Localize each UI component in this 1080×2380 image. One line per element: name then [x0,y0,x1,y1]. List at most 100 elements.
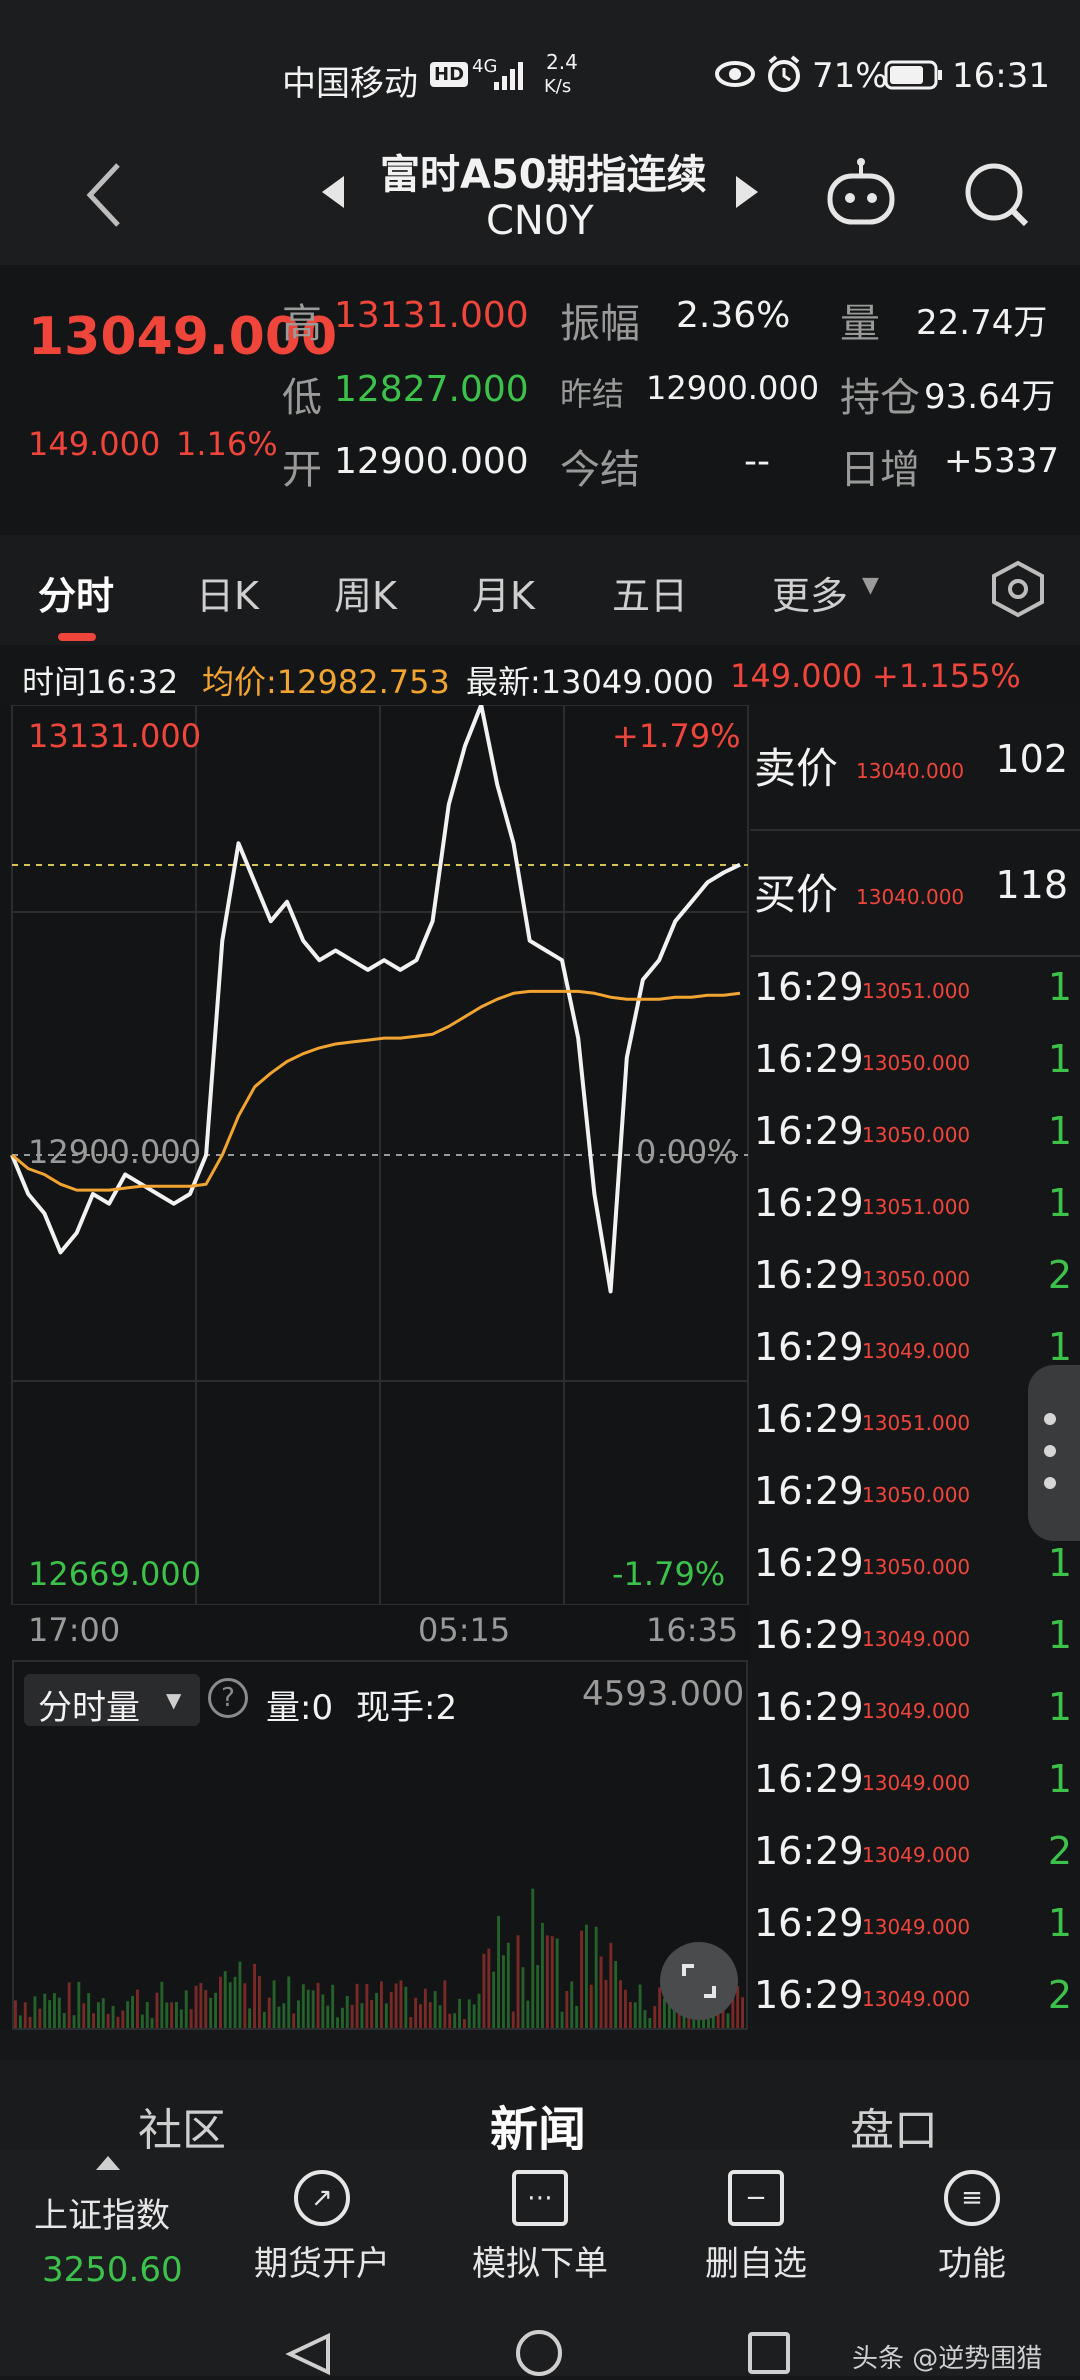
volume-selector[interactable]: 分时量 ▼ [24,1674,200,1728]
tick-row: 16:2913051.000 1 [750,957,1080,1029]
handle-dot [1044,1413,1056,1425]
daily-increase-label: 日增 [840,447,920,493]
x-label-mid: 05:15 [418,1611,511,1649]
nav-sim-order[interactable]: ⋯ 模拟下单 [440,2170,640,2285]
tick-row: 16:29 13050.000 2 [750,1245,1080,1317]
tick-volume: 2 [1047,1253,1072,1297]
nav-label: 期货开户 [254,2244,390,2284]
volume-bar [106,2013,110,2028]
fullscreen-button[interactable] [660,1942,738,2020]
tick-volume: 2 [1047,1973,1072,2017]
system-back-icon[interactable] [284,2332,334,2380]
volume-bar [599,1956,603,2028]
volume-bar [253,1963,256,2028]
tab-weekly-k[interactable]: 周K [334,565,397,620]
volume-bar [404,1986,408,2028]
volume-bar [150,2018,154,2028]
tick-price: 13050.000 [862,1123,971,1147]
volume-bar [438,2005,442,2028]
volume-bar [38,2008,42,2028]
prev-contract-icon[interactable] [318,172,348,216]
volume-bar [121,2010,125,2028]
tab-monthly-k[interactable]: 月K [472,565,535,620]
volume-now-hand: 现手:2 [356,1688,458,1728]
expand-up-icon[interactable] [96,2156,120,2170]
volume-bar [526,2000,530,2028]
tab-community[interactable]: 社区 [138,2094,226,2158]
volume-bar [443,1980,447,2028]
volume-bar [384,2003,388,2028]
dropdown-icon: ▼ [166,1688,182,1712]
settle-value: -- [744,441,770,482]
volume-max: 4593.000 [582,1674,745,1714]
x-label-end: 16:35 [646,1611,739,1649]
volume-bar [72,2015,76,2028]
volume-bar [472,2004,476,2028]
prev-settle-value: 12900.000 [646,369,820,407]
system-home-icon[interactable] [516,2330,562,2376]
tab-intraday[interactable]: 分时 [38,565,114,620]
tick-row: 16:29 13049.000 1 [750,1605,1080,1677]
tick-volume: 2 [1047,1829,1072,1873]
volume-bar [619,1980,622,2028]
volume-bar [575,2005,579,2028]
side-handle[interactable] [1028,1365,1080,1541]
tick-price: 13049.000 [862,1987,971,2011]
robot-icon[interactable] [822,154,902,238]
info-avg: 均价:12982.753 [202,663,450,701]
volume-bar [360,2003,364,2028]
volume-bar [243,1983,247,2028]
volume-bar [301,1984,305,2028]
volume-bar [101,1998,105,2028]
battery-percent: 71% [812,56,888,96]
next-contract-icon[interactable] [732,172,762,216]
index-name[interactable]: 上证指数 [34,2188,170,2237]
period-tabs: 分时 日K 周K 月K 五日 更多 ▼ [0,535,1080,645]
chart-area[interactable]: 13131.000 +1.79% 12900.000 0.00% 12669.0… [0,705,750,1665]
volume-bar [653,2006,657,2028]
volume-value: 22.74万 [916,303,1048,343]
tick-time: 16:29 [754,1181,864,1225]
volume-bar [463,2019,466,2028]
amplitude-value: 2.36% [676,295,791,336]
volume-bar [194,1985,198,2028]
volume-bar [321,1994,325,2028]
ask-label: 卖价 [754,744,839,793]
system-recents-icon[interactable] [748,2332,790,2374]
bid-price: 13040.000 [856,885,965,909]
nav-functions[interactable]: ≡ 功能 [872,2170,1072,2285]
search-icon[interactable] [962,160,1032,234]
help-icon[interactable]: ? [208,1678,248,1718]
volume-bar [482,1953,486,2028]
volume-bar [624,1989,627,2028]
volume-bar [53,1993,56,2028]
volume-bar [238,1961,242,2028]
volume-bar [282,2003,286,2028]
volume-bar [23,2002,27,2028]
volume-bar [140,2014,144,2028]
expand-icon [682,1964,716,1998]
volume-bar [648,2018,652,2028]
nav-futures-account[interactable]: ↗ 期货开户 [222,2170,422,2285]
nav-remove-watchlist[interactable]: − 删自选 [656,2170,856,2285]
volume-bar [82,2003,86,2028]
volume-bar [272,1980,276,2028]
index-value: 3250.60 [42,2250,183,2290]
tab-more[interactable]: 更多 [772,565,848,620]
volume-bar [545,1935,549,2028]
volume-bar [394,1983,398,2028]
speed-unit: K/s [544,76,572,97]
chart-bottom-pct: -1.79% [612,1555,726,1593]
tab-orderbook[interactable]: 盘口 [850,2094,938,2158]
open-interest-label: 持仓 [840,375,920,421]
chart-top-price: 13131.000 [28,717,202,755]
tab-daily-k[interactable]: 日K [196,565,259,620]
back-icon[interactable] [80,155,130,239]
volume-bar [277,2006,281,2028]
settings-hex-icon[interactable] [990,559,1046,623]
tab-five-day[interactable]: 五日 [612,565,688,620]
volume-bar [287,1976,291,2028]
volume-bar [380,1981,383,2028]
tick-volume: 1 [1047,1757,1072,1801]
tick-price: 13050.000 [862,1051,971,1075]
